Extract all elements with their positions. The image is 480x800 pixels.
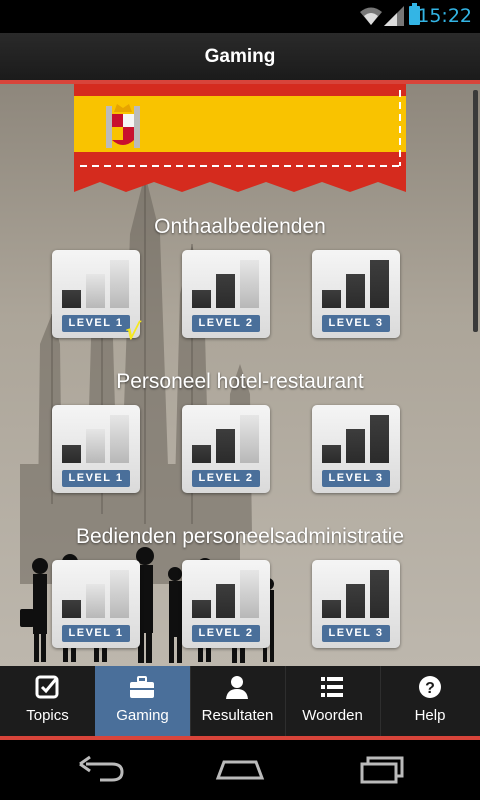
bottom-tab-bar: Topics Gaming Resultaten Woorden ? Help: [0, 666, 480, 740]
briefcase-icon: [130, 676, 154, 698]
tab-label: Help: [414, 707, 446, 724]
level-2-button[interactable]: LEVEL 2: [182, 250, 270, 338]
level-label: LEVEL 3: [322, 625, 390, 642]
completed-check-icon: √: [123, 320, 142, 345]
tab-label: Gaming: [116, 707, 169, 724]
home-icon[interactable]: [210, 752, 270, 788]
level-3-button[interactable]: LEVEL 3: [312, 405, 400, 493]
scrollbar[interactable]: [473, 90, 478, 332]
content-area[interactable]: Onthaalbedienden LEVEL 1 √ LEVEL 2 LEVEL…: [0, 84, 480, 666]
level-label: LEVEL 1: [62, 470, 130, 487]
svg-text:?: ?: [425, 680, 435, 697]
level-bars-icon: [320, 258, 392, 308]
level-2-button[interactable]: LEVEL 2: [182, 405, 270, 493]
section-title-personeel-hotel-restaurant: Personeel hotel-restaurant: [116, 370, 364, 393]
back-icon[interactable]: [70, 752, 130, 788]
level-label: LEVEL 1: [62, 315, 130, 332]
tab-label: Woorden: [302, 707, 363, 724]
level-3-button[interactable]: LEVEL 3: [312, 250, 400, 338]
action-bar: Gaming: [0, 33, 480, 84]
level-bars-icon: [190, 568, 262, 618]
tab-label: Topics: [26, 707, 69, 724]
level-label: LEVEL 3: [322, 470, 390, 487]
level-bars-icon: [190, 258, 262, 308]
section-title-onthaalbedienden: Onthaalbedienden: [154, 215, 326, 238]
level-2-button[interactable]: LEVEL 2: [182, 560, 270, 648]
signal-icon: [384, 6, 404, 26]
level-bars-icon: [320, 568, 392, 618]
level-bars-icon: [60, 258, 132, 308]
coat-of-arms-icon: [106, 104, 140, 148]
level-label: LEVEL 3: [322, 315, 390, 332]
spain-flag-banner: [74, 84, 406, 192]
page-title: Gaming: [204, 46, 276, 67]
tab-topics[interactable]: Topics: [0, 666, 96, 736]
status-bar: 15:22: [0, 0, 480, 33]
recent-apps-icon[interactable]: [350, 752, 410, 788]
level-bars-icon: [60, 413, 132, 463]
tab-gaming[interactable]: Gaming: [95, 666, 191, 736]
level-label: LEVEL 2: [192, 625, 260, 642]
help-icon: ?: [419, 676, 441, 698]
level-bars-icon: [190, 413, 262, 463]
level-bars-icon: [60, 568, 132, 618]
level-1-button[interactable]: LEVEL 1: [52, 560, 140, 648]
tab-help[interactable]: ? Help: [380, 666, 480, 736]
clock: 15:22: [417, 5, 472, 27]
level-1-button[interactable]: LEVEL 1: [52, 405, 140, 493]
level-3-button[interactable]: LEVEL 3: [312, 560, 400, 648]
list-icon: [321, 677, 343, 697]
section-title-bedienden-personeelsadministratie: Bedienden personeelsadministratie: [75, 525, 405, 548]
level-label: LEVEL 2: [192, 315, 260, 332]
tab-woorden[interactable]: Woorden: [285, 666, 381, 736]
tab-resultaten[interactable]: Resultaten: [190, 666, 286, 736]
person-icon: [226, 676, 248, 699]
system-navigation-bar: [0, 740, 480, 800]
level-label: LEVEL 2: [192, 470, 260, 487]
wifi-icon: [360, 7, 382, 25]
tab-label: Resultaten: [201, 707, 274, 724]
level-label: LEVEL 1: [62, 625, 130, 642]
checkbox-icon: [35, 675, 59, 699]
level-bars-icon: [320, 413, 392, 463]
